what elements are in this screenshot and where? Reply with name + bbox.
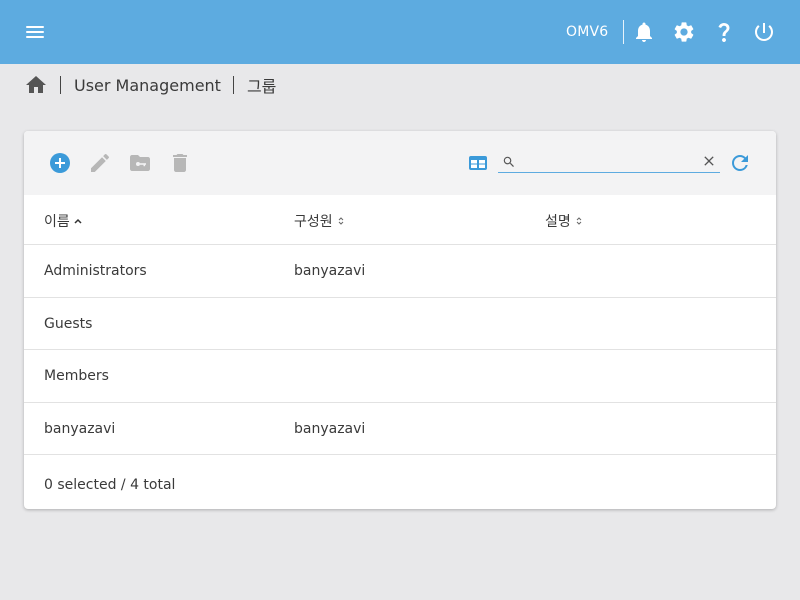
gear-icon[interactable]	[672, 20, 696, 44]
sort-unsorted-icon	[574, 215, 584, 227]
cell-name: Guests	[44, 316, 93, 332]
folder-key-icon[interactable]	[128, 151, 152, 175]
pencil-icon[interactable]	[88, 151, 112, 175]
clear-icon[interactable]	[701, 153, 717, 169]
top-bar: OMV6	[0, 0, 800, 64]
cell-members: banyazavi	[294, 421, 366, 437]
breadcrumb-separator	[232, 76, 234, 94]
breadcrumb-current-groups: 그룹	[246, 77, 277, 96]
table-toolbar	[24, 131, 776, 195]
breadcrumb: User Management 그룹	[24, 72, 276, 98]
power-icon[interactable]	[752, 20, 776, 44]
header-divider	[623, 20, 624, 44]
menu-icon[interactable]	[24, 22, 48, 42]
hostname-label: OMV6	[566, 24, 609, 40]
table-row[interactable]: Administrators banyazavi	[24, 245, 776, 297]
column-header-description[interactable]: 설명	[545, 211, 584, 231]
cell-name: Administrators	[44, 263, 147, 279]
table-row[interactable]: Members	[24, 350, 776, 402]
column-header-label: 이름	[44, 214, 70, 230]
search-input[interactable]	[520, 152, 690, 170]
add-circle-icon[interactable]	[48, 151, 72, 175]
table-row[interactable]: Guests	[24, 298, 776, 350]
column-header-name[interactable]: 이름	[44, 211, 83, 231]
row-divider	[24, 454, 776, 455]
breadcrumb-separator	[60, 76, 61, 94]
column-header-members[interactable]: 구성원	[294, 211, 346, 231]
search-icon	[502, 154, 516, 168]
groups-table-card: 이름 구성원 설명 Administrators banyazavi Guest…	[24, 131, 776, 509]
breadcrumb-user-management[interactable]: User Management	[74, 76, 221, 95]
home-icon[interactable]	[24, 73, 48, 97]
sort-unsorted-icon	[336, 215, 346, 227]
cell-name: Members	[44, 368, 109, 384]
selection-summary: 0 selected / 4 total	[44, 477, 176, 493]
cell-members: banyazavi	[294, 263, 366, 279]
table-columns-icon[interactable]	[466, 151, 490, 175]
column-header-label: 구성원	[294, 214, 333, 230]
cell-name: banyazavi	[44, 421, 116, 437]
trash-icon[interactable]	[168, 151, 192, 175]
search-field[interactable]	[498, 151, 720, 173]
bell-icon[interactable]	[632, 20, 656, 44]
table-row[interactable]: banyazavi banyazavi	[24, 403, 776, 455]
sort-ascending-icon	[73, 215, 83, 227]
column-header-label: 설명	[545, 214, 571, 230]
refresh-icon[interactable]	[728, 151, 752, 175]
help-icon[interactable]	[712, 20, 736, 44]
